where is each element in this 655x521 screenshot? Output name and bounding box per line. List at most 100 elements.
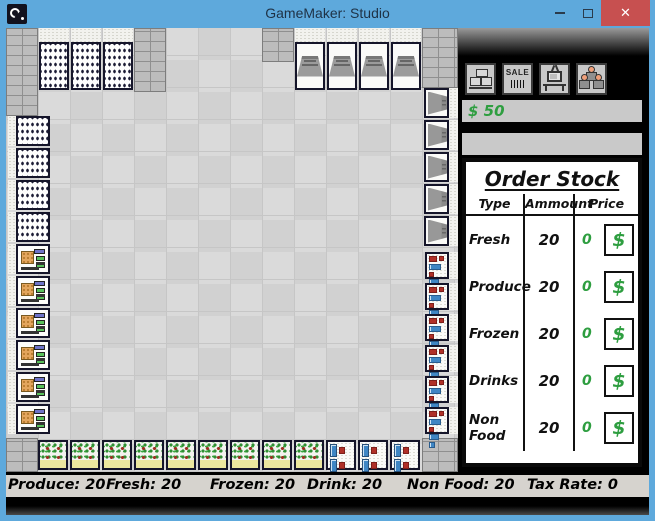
shelf-door[interactable] bbox=[424, 216, 458, 246]
shelf-side bbox=[449, 88, 458, 118]
shelf-canned[interactable] bbox=[102, 28, 134, 92]
shelf-side bbox=[8, 180, 16, 210]
shelf-drinks[interactable] bbox=[358, 440, 388, 470]
shelf-fresh[interactable] bbox=[8, 308, 50, 338]
shelf-door[interactable] bbox=[424, 152, 458, 182]
shelf-door[interactable] bbox=[424, 120, 458, 150]
frozen-products bbox=[425, 283, 449, 310]
row-ammount: 20 bbox=[523, 404, 573, 451]
shelf-produce[interactable] bbox=[166, 440, 196, 470]
shelf-frozen[interactable] bbox=[425, 252, 458, 279]
shelf-produce[interactable] bbox=[198, 440, 228, 470]
shelf-canned[interactable] bbox=[8, 212, 50, 242]
buy-fresh-button[interactable]: $ bbox=[604, 224, 634, 256]
produce-products bbox=[70, 440, 100, 470]
checkout-register[interactable] bbox=[326, 28, 358, 92]
message-bar bbox=[462, 133, 642, 155]
titlebar: GameMaker: Studio ✕ bbox=[0, 0, 655, 28]
shelf-produce[interactable] bbox=[262, 440, 292, 470]
close-icon: ✕ bbox=[620, 5, 631, 21]
bottom-fade bbox=[6, 497, 649, 515]
shelf-produce[interactable] bbox=[38, 440, 68, 470]
checkout-register[interactable] bbox=[390, 28, 422, 92]
shelf-drinks[interactable] bbox=[326, 440, 356, 470]
customers-button[interactable] bbox=[576, 63, 607, 95]
sale-button[interactable]: SALE bbox=[502, 63, 533, 95]
col-price: Price bbox=[573, 194, 638, 214]
order-stock-title: Order Stock bbox=[466, 162, 638, 194]
status-fresh: Fresh: 20 bbox=[106, 477, 181, 493]
shelf-side bbox=[449, 407, 458, 434]
shelf-produce[interactable] bbox=[70, 440, 100, 470]
shelf-side bbox=[449, 376, 458, 403]
checkout-register[interactable] bbox=[294, 28, 326, 92]
game-viewport[interactable] bbox=[6, 28, 458, 472]
shelf-canned[interactable] bbox=[8, 116, 50, 146]
order-stock-panel: Order Stock Type Ammount Price Fresh 20 … bbox=[462, 158, 642, 467]
order-row-fresh: Fresh 20 0 $ bbox=[466, 216, 638, 263]
fresh-products bbox=[16, 404, 50, 434]
shelf-frozen[interactable] bbox=[425, 407, 458, 434]
shelf-fresh[interactable] bbox=[8, 404, 50, 434]
frozen-products bbox=[425, 407, 449, 434]
row-price: 0 bbox=[582, 232, 592, 248]
status-drink: Drink: 20 bbox=[307, 477, 382, 493]
produce-products bbox=[102, 440, 132, 470]
shelf-side bbox=[8, 244, 16, 274]
fresh-products bbox=[16, 372, 50, 402]
wall-brick bbox=[422, 438, 458, 472]
fresh-products bbox=[16, 308, 50, 338]
shelf-frozen[interactable] bbox=[425, 283, 458, 310]
barcode-icon bbox=[511, 80, 524, 88]
wall-brick bbox=[262, 28, 294, 62]
buy-frozen-button[interactable]: $ bbox=[604, 318, 634, 350]
checkout-register[interactable] bbox=[358, 28, 390, 92]
row-ammount: 20 bbox=[523, 216, 573, 263]
status-taxrate: Tax Rate: 0 bbox=[527, 477, 618, 493]
buy-nonfood-button[interactable]: $ bbox=[604, 412, 634, 444]
shelf-fresh[interactable] bbox=[8, 340, 50, 370]
shelf-fresh[interactable] bbox=[8, 276, 50, 306]
money-display: $ 50 bbox=[462, 100, 642, 122]
produce-products bbox=[262, 440, 292, 470]
shelf-produce[interactable] bbox=[102, 440, 132, 470]
shelf-fresh[interactable] bbox=[8, 244, 50, 274]
buy-drinks-button[interactable]: $ bbox=[604, 365, 634, 397]
shelf-produce[interactable] bbox=[134, 440, 164, 470]
canned-products bbox=[16, 116, 50, 146]
shelf-canned[interactable] bbox=[38, 28, 70, 92]
shelf-canned[interactable] bbox=[70, 28, 102, 92]
shelf-side bbox=[449, 152, 458, 182]
shelf-frozen[interactable] bbox=[425, 314, 458, 341]
frozen-products bbox=[425, 345, 449, 372]
frozen-products bbox=[425, 252, 449, 279]
register-icon bbox=[329, 56, 355, 77]
minimize-button[interactable] bbox=[549, 0, 571, 26]
shelf-door[interactable] bbox=[424, 184, 458, 214]
shelf-frozen[interactable] bbox=[425, 376, 458, 403]
canned-products bbox=[39, 42, 69, 90]
hud-panel: SALE $ 50 Order Stock Type Ammount bbox=[458, 28, 649, 472]
shelf-frozen[interactable] bbox=[425, 345, 458, 372]
shelf-fresh[interactable] bbox=[8, 372, 50, 402]
row-price: 0 bbox=[582, 326, 592, 342]
register-button[interactable] bbox=[539, 63, 570, 95]
wall-brick bbox=[6, 438, 38, 472]
stock-shelves-button[interactable] bbox=[465, 63, 496, 95]
row-ammount: 20 bbox=[523, 310, 573, 357]
shelf-drinks[interactable] bbox=[390, 440, 420, 470]
row-ammount: 20 bbox=[523, 263, 573, 310]
frozen-products bbox=[425, 314, 449, 341]
shelf-produce[interactable] bbox=[294, 440, 324, 470]
shelf-canned[interactable] bbox=[8, 180, 50, 210]
shelf-canned[interactable] bbox=[8, 148, 50, 178]
maximize-button[interactable] bbox=[577, 0, 599, 26]
close-button[interactable]: ✕ bbox=[601, 0, 650, 26]
shelf-side bbox=[449, 314, 458, 341]
shelf-produce[interactable] bbox=[230, 440, 260, 470]
shelf-door[interactable] bbox=[424, 88, 458, 118]
status-produce: Produce: 20 bbox=[8, 477, 105, 493]
buy-produce-button[interactable]: $ bbox=[604, 271, 634, 303]
shelf-side bbox=[8, 212, 16, 242]
shelf-front-icon bbox=[428, 188, 447, 211]
